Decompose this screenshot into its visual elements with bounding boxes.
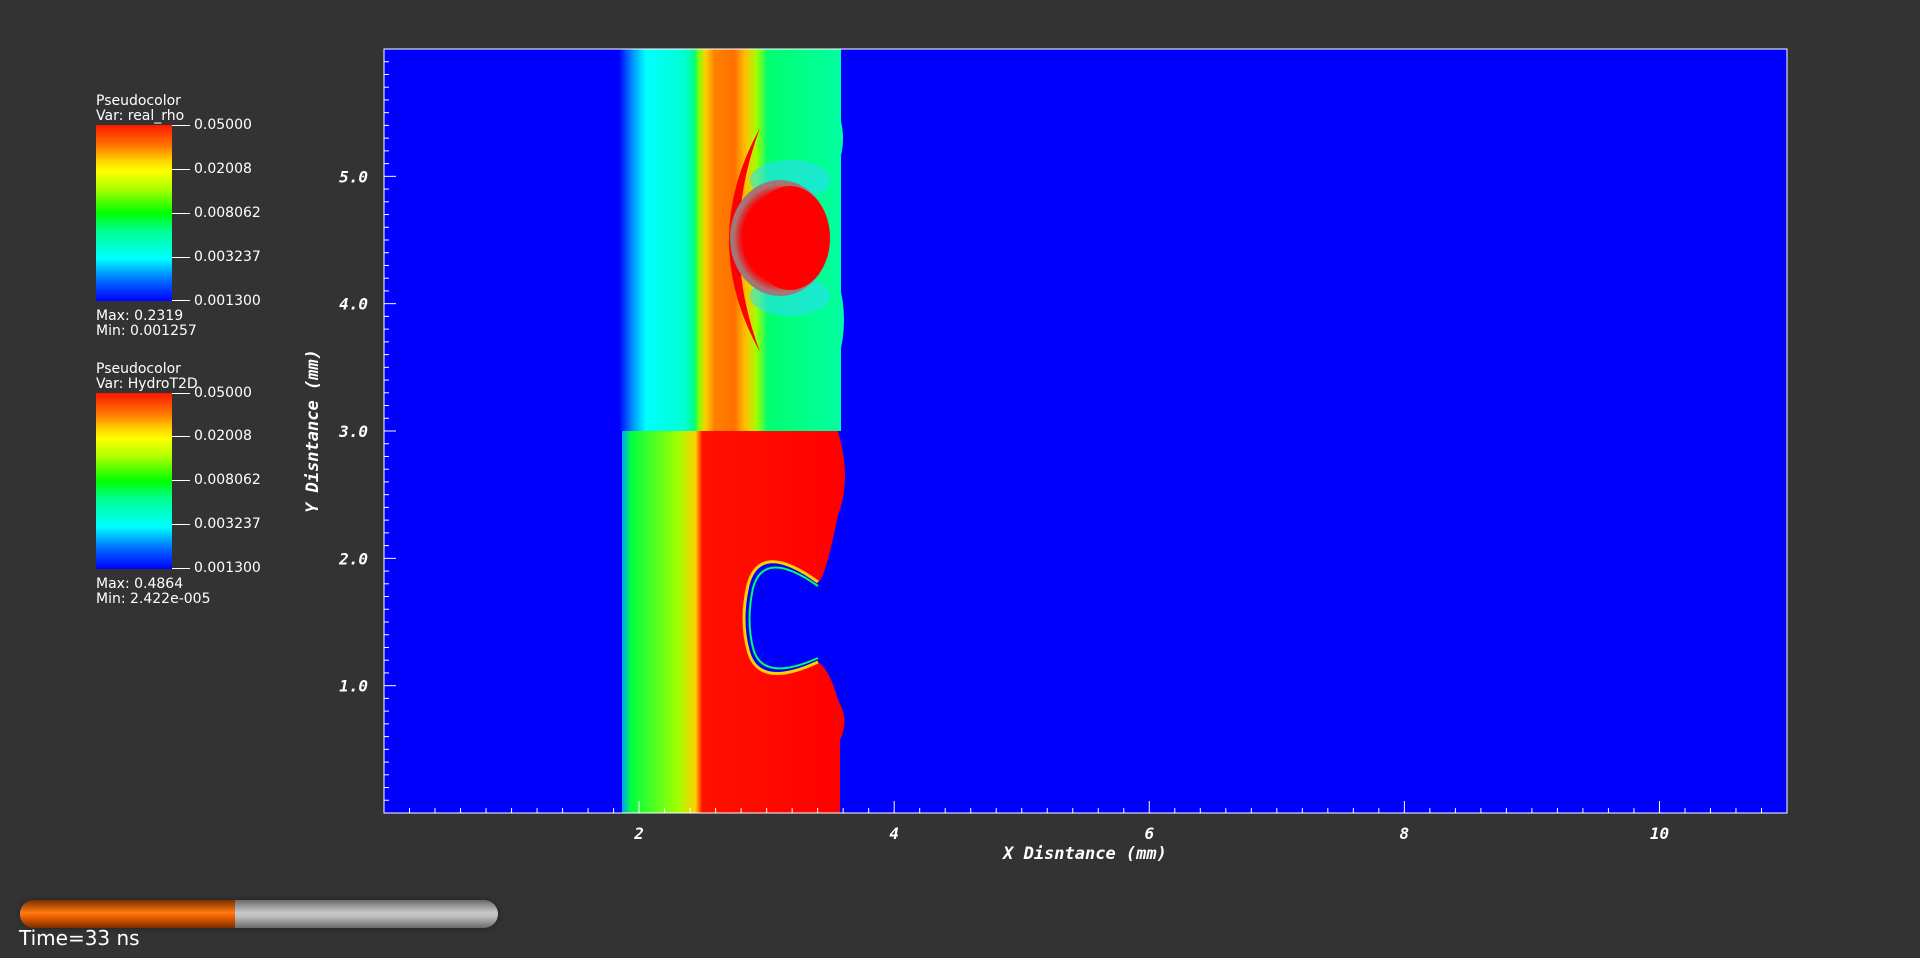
time-progress-fill (20, 900, 236, 928)
field-features (619, 49, 845, 813)
y-axis-label: Y Disntance (mm) (303, 349, 323, 513)
x-tick-label: 4 (889, 824, 899, 843)
y-tick-label: 3.0 (338, 422, 368, 441)
pseudocolor-plot: 2 4 6 8 10 1.02.03.04.05.0 X Disntance (mm) … (303, 48, 1788, 864)
y-tick-label: 4.0 (339, 295, 368, 314)
plot-background (384, 49, 1787, 813)
y-tick-label: 5.0 (339, 167, 368, 186)
x-tick-label: 8 (1400, 824, 1410, 843)
time-label: Time=33 ns (19, 926, 140, 950)
x-tick-label: 2 (633, 824, 644, 843)
x-tick-label: 6 (1144, 824, 1154, 843)
y-tick-label: 1.0 (339, 677, 368, 696)
x-tick-label: 10 (1650, 824, 1669, 843)
time-progress-bar (20, 900, 498, 928)
x-axis-label: X Disntance (mm) (1001, 844, 1167, 864)
sphere-core (750, 186, 830, 290)
y-tick-label: 2.0 (338, 549, 368, 568)
